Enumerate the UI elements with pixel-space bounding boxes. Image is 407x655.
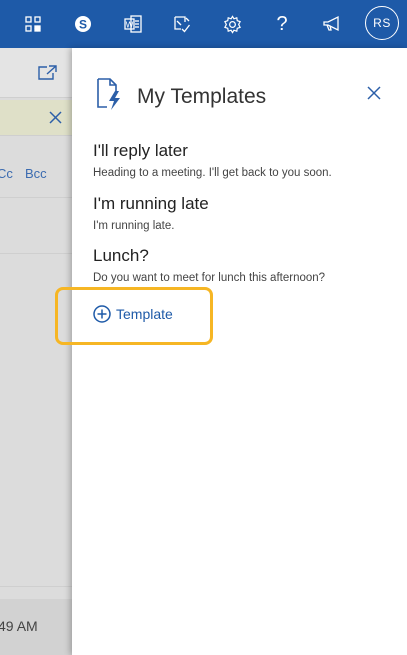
pop-out-icon[interactable] — [38, 65, 57, 85]
template-item[interactable]: I'll reply later Heading to a meeting. I… — [93, 141, 332, 180]
help-icon[interactable]: ? — [266, 8, 298, 40]
divider — [0, 253, 72, 254]
gear-icon[interactable] — [216, 8, 248, 40]
help-glyph: ? — [276, 12, 288, 35]
compose-header-row — [0, 48, 72, 98]
add-template-label: Template — [116, 306, 173, 322]
template-document-icon — [96, 77, 126, 116]
edit-check-icon[interactable] — [166, 8, 198, 40]
avatar[interactable]: RS — [365, 6, 399, 40]
template-title: I'll reply later — [93, 141, 188, 160]
cc-link[interactable]: Cc — [0, 166, 13, 181]
megaphone-icon[interactable] — [316, 8, 348, 40]
template-title: I'm running late — [93, 194, 209, 213]
divider — [0, 586, 72, 587]
close-panel-icon[interactable] — [367, 86, 381, 105]
add-template-button[interactable]: Template — [93, 305, 173, 323]
template-body: Do you want to meet for lunch this after… — [93, 272, 326, 284]
office-docs-icon[interactable]: W — [117, 8, 149, 40]
top-bar: S W ? RS — [0, 0, 407, 48]
svg-text:W: W — [126, 21, 134, 30]
template-body: I'm running late. — [93, 220, 175, 232]
template-item[interactable]: Lunch? Do you want to meet for lunch thi… — [93, 246, 325, 285]
template-title: Lunch? — [93, 246, 149, 265]
panel-title: My Templates — [137, 85, 267, 108]
template-item[interactable]: I'm running late I'm running late. — [93, 194, 209, 233]
timestamp: 49 AM — [0, 618, 38, 634]
qr-code-icon[interactable] — [17, 8, 49, 40]
skype-icon[interactable]: S — [67, 8, 99, 40]
plus-circle-icon — [93, 305, 111, 323]
close-icon[interactable] — [48, 110, 63, 130]
avatar-initials: RS — [373, 16, 391, 30]
compose-background: Cc Bcc 49 AM — [0, 48, 72, 655]
bcc-link[interactable]: Bcc — [25, 166, 47, 181]
template-body: Heading to a meeting. I'll get back to y… — [93, 167, 332, 179]
svg-text:S: S — [79, 18, 87, 32]
templates-panel: My Templates I'll reply later Heading to… — [55, 48, 407, 655]
